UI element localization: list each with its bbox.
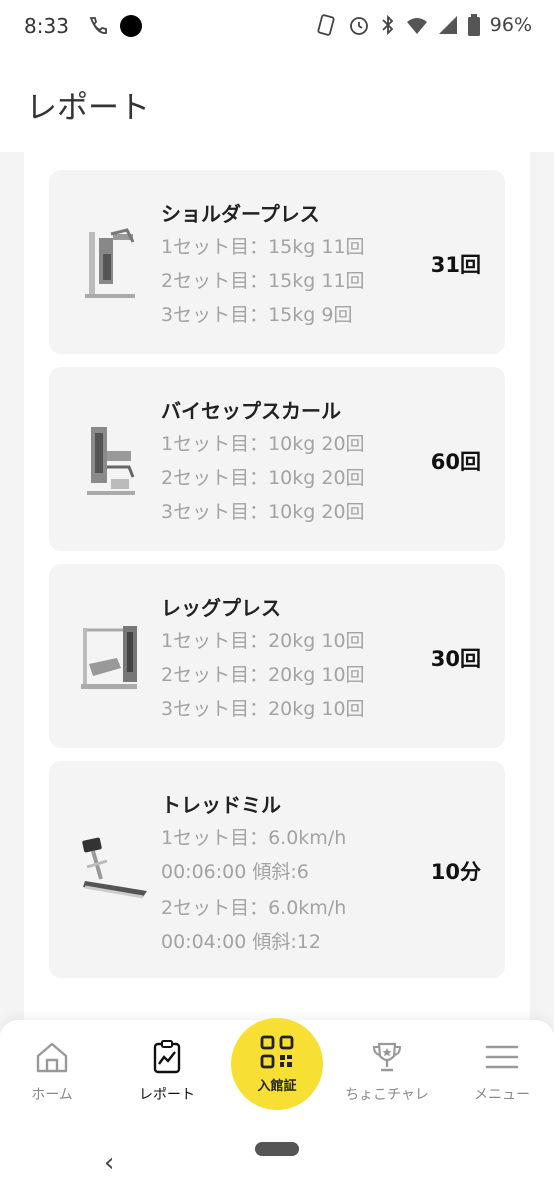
- back-chevron-icon[interactable]: ‹: [104, 1148, 114, 1178]
- entry-pass-qr-button[interactable]: 入館証: [231, 1018, 323, 1110]
- tab-home[interactable]: ホーム: [2, 1040, 102, 1104]
- battery-icon: [467, 14, 480, 36]
- exercise-name: レッグプレス: [161, 596, 281, 620]
- set-detail: 1セット目：10kg 20回: [161, 433, 365, 455]
- status-time: 8:33: [24, 14, 69, 38]
- set-detail: 1セット目：6.0km/h: [161, 827, 347, 849]
- set-detail: 2セット目：15kg 11回: [161, 270, 365, 292]
- trophy-icon: [372, 1042, 402, 1072]
- exercise-total: 10分: [430, 860, 481, 884]
- alarm-icon: [349, 17, 368, 35]
- exercise-total: 31回: [430, 253, 481, 277]
- qr-code-icon: [260, 1035, 294, 1069]
- leg-press-machine-icon: [81, 626, 137, 689]
- system-navigation-bar: ‹: [0, 1128, 554, 1200]
- tab-challenge-label: ちょこチャレ: [345, 1087, 429, 1103]
- signal-icon: [438, 16, 457, 34]
- tab-report-label: レポート: [139, 1087, 195, 1103]
- set-detail: 2セット目：10kg 20回: [161, 467, 365, 489]
- home-gesture-pill[interactable]: [255, 1142, 299, 1156]
- set-detail: 3セット目：20kg 10回: [161, 698, 365, 720]
- wifi-calling-icon: [89, 17, 107, 34]
- home-icon: [36, 1042, 68, 1073]
- report-card-leg-press[interactable]: レッグプレス 1セット目：20kg 10回 2セット目：20kg 10回 3セッ…: [49, 564, 505, 748]
- set-detail: 3セット目：15kg 9回: [161, 304, 353, 326]
- tab-menu[interactable]: メニュー: [452, 1040, 552, 1104]
- set-detail: 3セット目：10kg 20回: [161, 501, 365, 523]
- report-clipboard-icon: [153, 1040, 181, 1074]
- bluetooth-icon: [382, 14, 394, 36]
- treadmill-icon: [82, 837, 147, 899]
- exercise-total: 60回: [430, 450, 481, 474]
- wifi-icon: [406, 18, 427, 34]
- hamburger-menu-icon: [485, 1045, 519, 1069]
- exercise-name: トレッドミル: [161, 793, 281, 817]
- tab-home-label: ホーム: [31, 1087, 73, 1103]
- biceps-curl-machine-icon: [87, 427, 135, 495]
- battery-level: 96%: [489, 14, 532, 36]
- page-header: レポート: [0, 56, 554, 152]
- tab-report[interactable]: レポート: [117, 1040, 217, 1104]
- set-detail: 00:06:00 傾斜:6: [161, 861, 309, 883]
- circle-dot-icon: [120, 15, 142, 37]
- exercise-total: 30回: [430, 647, 481, 671]
- report-card-shoulder-press[interactable]: ショルダープレス 1セット目：15kg 11回 2セット目：15kg 11回 3…: [49, 170, 505, 354]
- exercise-name: バイセップスカール: [161, 399, 341, 423]
- tab-challenge[interactable]: ちょこチャレ: [337, 1040, 437, 1104]
- shoulder-press-machine-icon: [85, 228, 135, 298]
- page-title: レポート: [26, 90, 150, 126]
- tab-menu-label: メニュー: [474, 1087, 530, 1103]
- set-detail: 2セット目：6.0km/h: [161, 897, 347, 919]
- qr-button-label: 入館証: [257, 1079, 297, 1094]
- status-bar: 8:33 96%: [0, 0, 554, 56]
- report-card-biceps-curl[interactable]: バイセップスカール 1セット目：10kg 20回 2セット目：10kg 20回 …: [49, 367, 505, 551]
- set-detail: 1セット目：20kg 10回: [161, 630, 365, 652]
- set-detail: 2セット目：20kg 10回: [161, 664, 365, 686]
- set-detail: 1セット目：15kg 11回: [161, 236, 365, 258]
- exercise-name: ショルダープレス: [161, 202, 320, 226]
- nfc-icon: [317, 14, 335, 36]
- set-detail: 00:04:00 傾斜:12: [161, 931, 321, 953]
- report-card-treadmill[interactable]: トレッドミル 1セット目：6.0km/h 00:06:00 傾斜:6 2セット目…: [49, 761, 505, 978]
